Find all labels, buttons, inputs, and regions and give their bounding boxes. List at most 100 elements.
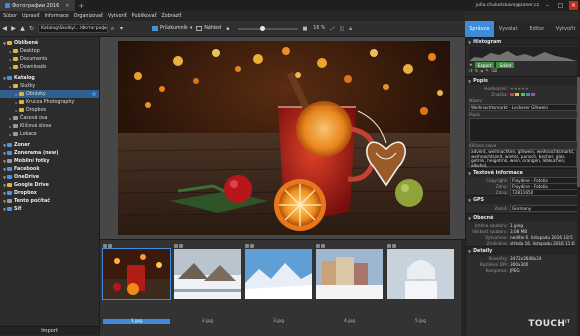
browser-mode-button[interactable]: Průzkumník ▾ xyxy=(152,26,192,31)
thumbnail-large-icon[interactable]: ■ xyxy=(303,26,308,32)
preview-mode-button[interactable]: Náhled xyxy=(196,26,221,31)
thumbnail-image[interactable] xyxy=(387,249,454,299)
thumbnail[interactable]: 3.jpg xyxy=(245,243,312,327)
fit-icon[interactable]: ⤢ xyxy=(330,26,334,32)
sidebar-item[interactable]: ▸ Documents xyxy=(0,55,99,63)
menu-view[interactable]: Zobraziť xyxy=(162,14,182,19)
minimize-icon[interactable]: – xyxy=(543,1,552,10)
sidebar-item[interactable]: ▼ OneDrive xyxy=(0,173,99,181)
info-icon[interactable] xyxy=(108,244,112,248)
section-details[interactable]: ▼ Detaily xyxy=(466,246,580,255)
thumbnail[interactable]: 1.jpg xyxy=(102,243,171,327)
close-window-icon[interactable]: × xyxy=(569,1,578,10)
sidebar-item[interactable]: ▸ Časová osa xyxy=(0,114,99,122)
info-icon[interactable] xyxy=(250,244,254,248)
flag-icon[interactable] xyxy=(245,244,249,248)
main-photo[interactable] xyxy=(118,41,450,235)
section-histogram[interactable]: ▼ Histogram xyxy=(466,37,580,46)
thumbnail-image[interactable] xyxy=(102,248,171,300)
sidebar-item[interactable]: ▸ Dropbox xyxy=(0,106,99,114)
thumbnail-size-slider[interactable] xyxy=(237,25,298,31)
maximize-icon[interactable]: □ xyxy=(556,1,565,10)
sidebar-item-label: OneDrive xyxy=(14,174,40,180)
star-icon[interactable]: ★ xyxy=(469,62,473,68)
description-field[interactable] xyxy=(469,118,577,142)
sidebar-item[interactable]: ▸ Desktop xyxy=(0,47,99,55)
sidebar-item[interactable]: ▸ Klíčová slova xyxy=(0,122,99,130)
sidebar-item[interactable]: ▸ Lokace xyxy=(0,130,99,138)
mulled-wine-photo xyxy=(118,41,450,235)
user-account[interactable]: julia.chukotskava@zoner.cz xyxy=(476,3,539,8)
up-icon[interactable]: ▲ xyxy=(18,25,27,32)
flag-icon[interactable] xyxy=(103,244,107,248)
back-icon[interactable]: ◀ xyxy=(0,25,9,32)
thumbnail[interactable]: 2.jpg xyxy=(174,243,241,327)
sidebar-item[interactable]: ▼ Facebook xyxy=(0,165,99,173)
menu-create[interactable]: Vytvoriť xyxy=(108,14,127,19)
info-icon[interactable] xyxy=(392,244,396,248)
new-tab-icon[interactable]: + xyxy=(79,2,85,10)
rating-stars[interactable]: ★★★★★ xyxy=(510,86,529,91)
sidebar-item[interactable]: ▼ Google Drive xyxy=(0,181,99,189)
tab-develop[interactable]: Vyvolat xyxy=(494,21,523,37)
thumbnail-small-icon[interactable]: ▪ xyxy=(226,26,229,32)
country-field[interactable]: Germany xyxy=(510,205,580,212)
info-icon[interactable] xyxy=(321,244,325,248)
thumbnail[interactable]: 4.jpg xyxy=(316,243,383,327)
sidebar-item[interactable]: ▸ Složky xyxy=(0,82,99,90)
forward-icon[interactable]: ▶ xyxy=(9,25,18,32)
export-button[interactable]: Export xyxy=(474,62,495,68)
rotate-right-icon[interactable]: ↻ xyxy=(475,69,479,75)
section-description[interactable]: ▼ Popis xyxy=(466,76,580,85)
trash-icon[interactable]: ⌫ xyxy=(491,69,497,75)
title-field[interactable]: Weihnachtsmarkt - Leckerer Glhwein xyxy=(469,104,577,111)
path-field[interactable]: Katalog\Skolky\...\Фотографии 2016 xyxy=(38,24,108,33)
menu-edit[interactable]: Upraviť xyxy=(22,14,40,19)
section-general[interactable]: ▼ Obecné xyxy=(466,213,580,222)
source-id-field[interactable]: 72811650 xyxy=(510,188,580,196)
thumbnail-image[interactable] xyxy=(316,249,383,299)
color-labels[interactable] xyxy=(510,92,536,97)
share-button[interactable]: Sdílet xyxy=(496,62,515,68)
sidebar-item[interactable]: ▼ Zonerama (new) xyxy=(0,149,99,157)
lock-icon[interactable]: 🔒︎ xyxy=(349,26,352,32)
tab-create[interactable]: Vytvořit xyxy=(551,21,580,37)
sidebar-item[interactable]: ▼ Tento počítač xyxy=(0,197,99,205)
tab-editor[interactable]: Editor xyxy=(523,21,552,37)
sidebar-item[interactable]: ▼ Mobilní fotky xyxy=(0,157,99,165)
flag-icon[interactable] xyxy=(316,244,320,248)
sidebar-item[interactable]: ▸ Obrázky xyxy=(0,90,99,98)
info-icon[interactable] xyxy=(179,244,183,248)
thumbnail-image[interactable] xyxy=(245,249,312,299)
section-gps[interactable]: ▼ GPS xyxy=(466,195,580,204)
sidebar-item[interactable]: ▼ Katalog xyxy=(0,74,99,82)
rotate-left-icon[interactable]: ↺ xyxy=(469,69,473,75)
crop-icon[interactable]: ⌗ xyxy=(481,69,484,75)
sidebar-item[interactable]: ▼ Síť xyxy=(0,205,99,213)
import-button[interactable]: Import xyxy=(0,326,99,335)
search-icon[interactable]: ⌕ xyxy=(108,25,117,33)
filter-icon[interactable]: ▾ xyxy=(117,25,126,32)
menu-organize[interactable]: Organizovať xyxy=(74,14,103,19)
slider-knob[interactable] xyxy=(259,25,265,31)
sidebar-item[interactable]: ▼ Dropbox xyxy=(0,189,99,197)
brush-icon[interactable]: ✎ xyxy=(485,69,489,75)
menu-file[interactable]: Súbor xyxy=(3,14,17,19)
tab-manager[interactable]: Správce xyxy=(465,21,494,37)
document-tab[interactable]: Фотографии 2016 × xyxy=(0,0,75,11)
menu-publish[interactable]: Publikovať xyxy=(132,14,157,19)
toolbar: ◀ ▶ ▲ ↻ Katalog\Skolky\...\Фотографии 20… xyxy=(0,21,465,37)
keywords-field[interactable]: advent, weihnachten, glhwein, weihnachts… xyxy=(469,149,577,168)
thumbnail-image[interactable] xyxy=(174,249,241,299)
flag-icon[interactable] xyxy=(174,244,178,248)
compare-icon[interactable]: ◫ xyxy=(340,26,345,32)
menu-info[interactable]: Informace xyxy=(45,14,69,19)
sidebar-item[interactable]: ▸ Krucza Photography xyxy=(0,98,99,106)
close-tab-icon[interactable]: × xyxy=(65,3,69,9)
refresh-icon[interactable]: ↻ xyxy=(27,25,36,32)
sidebar-item[interactable]: ▼ Oblíbené xyxy=(0,39,99,47)
sidebar-item[interactable]: ▼ Zoner xyxy=(0,141,99,149)
flag-icon[interactable] xyxy=(387,244,391,248)
sidebar-item[interactable]: ▸ Downloads xyxy=(0,63,99,71)
thumbnail[interactable]: 5.jpg xyxy=(387,243,454,327)
